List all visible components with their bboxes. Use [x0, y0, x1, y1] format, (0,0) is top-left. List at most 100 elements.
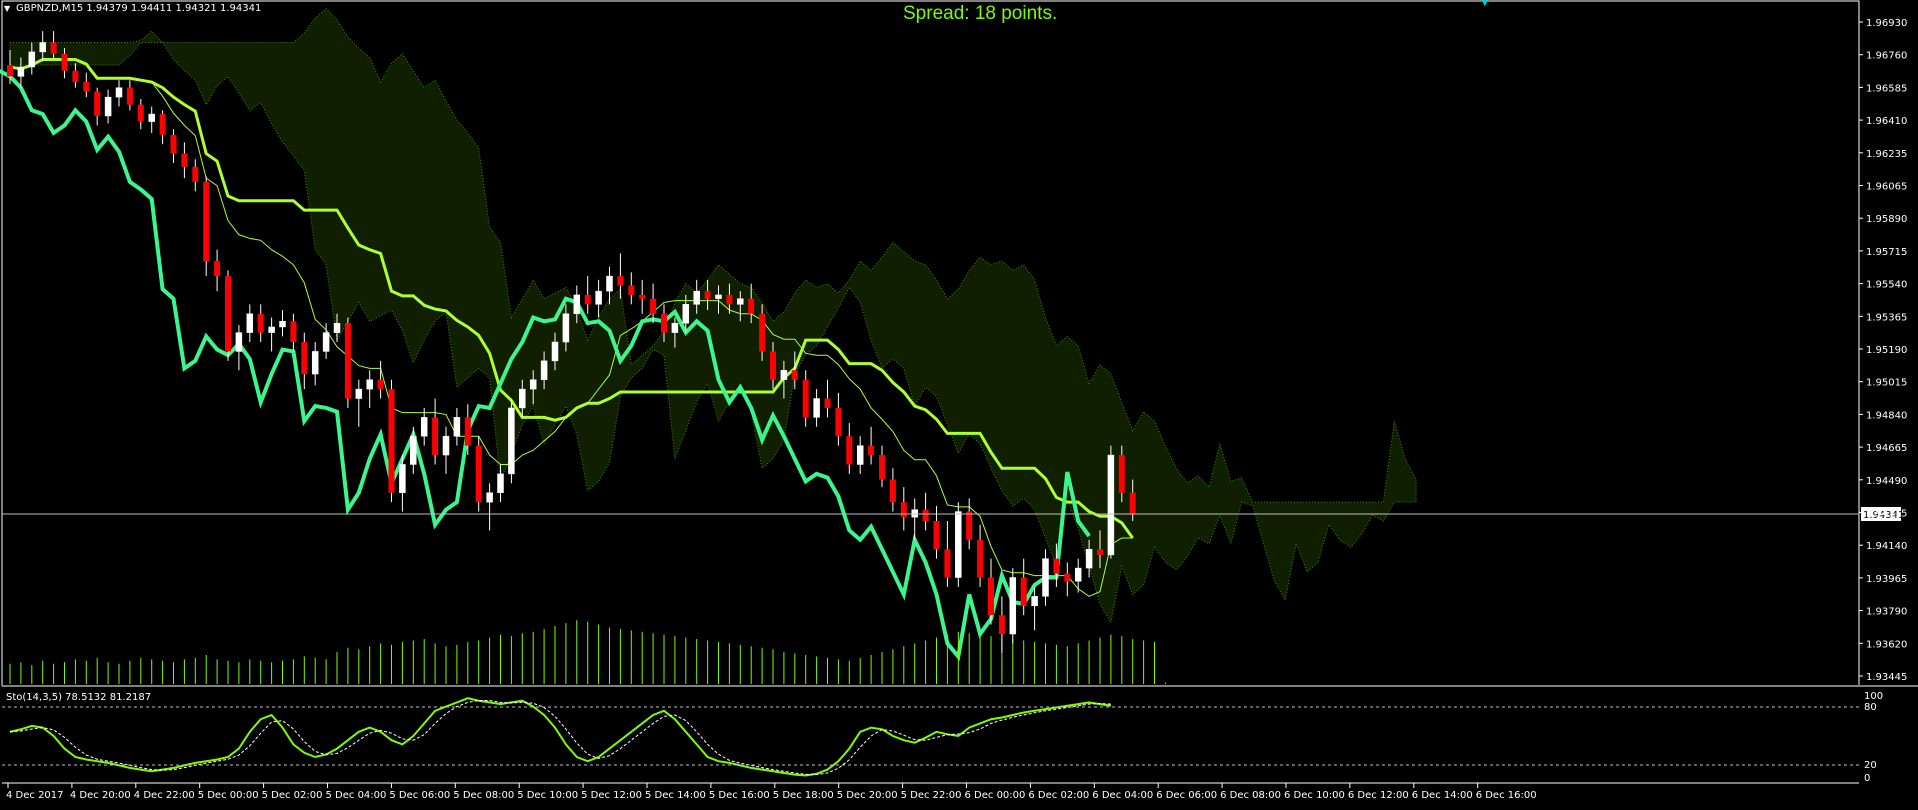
bear-candle — [72, 70, 79, 83]
bear-candle — [1118, 455, 1125, 493]
bear-candle — [7, 65, 13, 77]
bull-candle — [1042, 558, 1049, 597]
shift-marker-icon[interactable]: ▼ — [1481, 0, 1489, 8]
bear-candle — [1097, 549, 1103, 555]
bear-candle — [464, 417, 471, 446]
bull-candle — [28, 51, 36, 68]
bear-candle — [846, 436, 853, 465]
time-axis-label: 5 Dec 18:00 — [773, 790, 834, 801]
bear-candle — [868, 445, 875, 456]
bear-candle — [170, 134, 177, 154]
stoch-main-line — [9, 697, 1112, 777]
time-axis-label: 5 Dec 20:00 — [837, 790, 898, 801]
bull-candle — [693, 290, 700, 305]
price-scale-label: 1.95540 — [1866, 280, 1907, 291]
bull-candle — [399, 464, 406, 493]
bear-candle — [922, 509, 929, 521]
bull-candle — [573, 294, 581, 315]
time-axis-label: 6 Dec 06:00 — [1156, 790, 1217, 801]
stochastic-lines — [9, 697, 1112, 777]
price-scale-label: 1.96065 — [1866, 182, 1907, 193]
bear-candle — [50, 42, 57, 54]
bull-candle — [606, 275, 613, 292]
symbol-info-arrow[interactable]: ▼ — [4, 4, 11, 13]
bear-candle — [933, 520, 940, 550]
time-axis-label: 5 Dec 10:00 — [517, 790, 578, 801]
price-scale-label: 1.93620 — [1866, 639, 1907, 650]
time-axis-label: 4 Dec 20:00 — [70, 790, 131, 801]
bull-candle — [39, 42, 46, 53]
bear-candle — [998, 615, 1005, 635]
price-scale-label: 1.93445 — [1866, 672, 1907, 683]
bull-candle — [551, 341, 559, 362]
bear-candle — [617, 276, 624, 286]
bull-candle — [333, 322, 341, 333]
bear-candle — [661, 313, 667, 333]
price-scale-label: 1.95190 — [1866, 345, 1907, 356]
spread-text: Spread: 18 points. — [903, 3, 1057, 24]
bear-candle — [94, 91, 101, 116]
bull-candle — [955, 511, 962, 578]
price-scale-label: 1.93790 — [1866, 607, 1907, 618]
bull-candle — [486, 492, 493, 503]
bear-candle — [181, 153, 188, 167]
time-axis-label: 6 Dec 16:00 — [1476, 790, 1537, 801]
bear-candle — [432, 417, 439, 456]
bull-candle — [366, 379, 373, 390]
bull-candle — [595, 290, 602, 305]
chart-canvas[interactable]: 1.94341 1.969301.967601.965851.964101.96… — [0, 0, 1918, 810]
time-axis-label: 5 Dec 04:00 — [326, 790, 387, 801]
time-axis-label: 6 Dec 00:00 — [965, 790, 1026, 801]
bear-candle — [1064, 573, 1071, 582]
price-scale-label: 1.95365 — [1866, 312, 1907, 323]
time-axis-label: 5 Dec 14:00 — [645, 790, 706, 801]
price-scale-label: 1.93965 — [1866, 574, 1907, 585]
bull-candle — [1074, 567, 1082, 582]
bull-candle — [420, 417, 428, 437]
bull-candle — [1031, 596, 1038, 607]
price-scale-label: 1.96235 — [1866, 149, 1907, 160]
bear-candle — [628, 285, 635, 295]
bear-candle — [192, 166, 199, 182]
bear-candle — [290, 321, 297, 343]
time-axis-label: 5 Dec 02:00 — [262, 790, 323, 801]
price-scale-label: 1.94315 — [1866, 509, 1907, 520]
bear-candle — [650, 298, 657, 314]
symbol-info: GBPNZD,M15 1.94379 1.94411 1.94321 1.943… — [16, 3, 261, 14]
bear-candle — [344, 323, 351, 399]
bull-candle — [235, 332, 243, 352]
bull-candle — [671, 322, 679, 333]
bull-candle — [1107, 454, 1115, 556]
price-scale-label: 1.96585 — [1866, 83, 1907, 94]
bear-candle — [879, 455, 885, 480]
bull-candle — [17, 66, 25, 77]
bear-candle — [377, 379, 384, 390]
bull-candle — [148, 113, 155, 122]
bear-candle — [257, 313, 264, 333]
bull-candle — [508, 407, 515, 475]
time-axis-label: 6 Dec 08:00 — [1220, 790, 1281, 801]
bull-candle — [737, 298, 744, 305]
bear-candle — [1053, 558, 1060, 574]
stoch-scale-80: 80 — [1864, 702, 1877, 713]
bull-candle — [856, 445, 864, 465]
time-axis-label: 4 Dec 2017 — [6, 790, 64, 801]
bull-candle — [453, 417, 461, 437]
bear-candle — [835, 407, 842, 437]
price-scale-label: 1.95890 — [1866, 214, 1907, 225]
bull-candle — [442, 435, 450, 456]
bear-candle — [791, 370, 798, 380]
bear-candle — [726, 294, 733, 305]
bear-candle — [639, 294, 646, 299]
time-axis-label: 5 Dec 00:00 — [198, 790, 259, 801]
bear-candle — [900, 502, 907, 518]
bear-candle — [137, 104, 144, 122]
price-scale-label: 1.96410 — [1866, 116, 1907, 127]
bear-candle — [1129, 492, 1136, 514]
bear-candle — [225, 276, 231, 352]
bear-candle — [748, 298, 755, 314]
bull-candle — [682, 304, 690, 324]
bear-candle — [944, 549, 951, 578]
price-scale-label: 1.95715 — [1866, 247, 1907, 258]
price-scale-label: 1.94490 — [1866, 476, 1907, 487]
